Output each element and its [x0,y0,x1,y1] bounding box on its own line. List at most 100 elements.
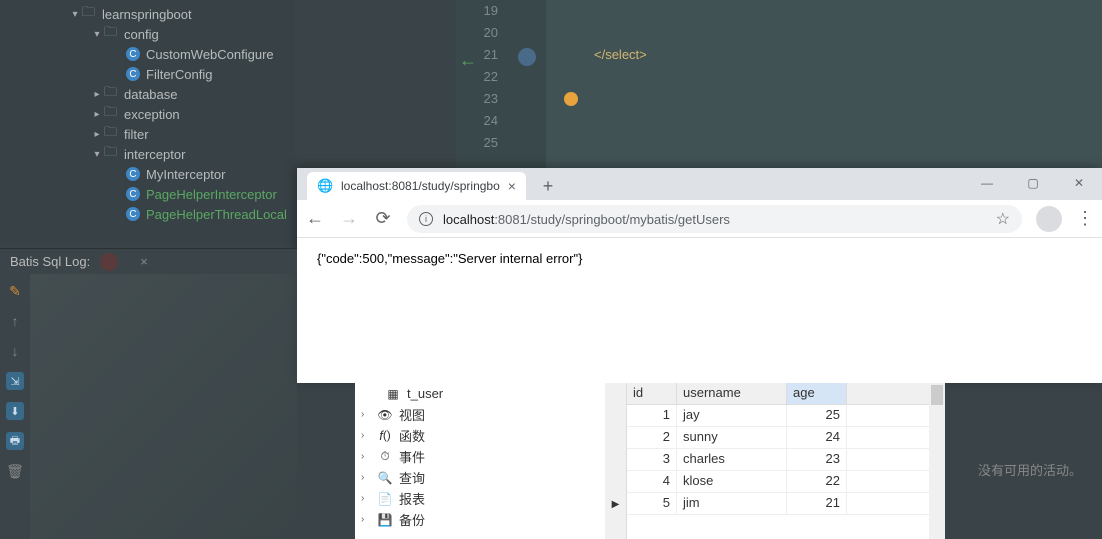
col-header-id[interactable]: id [627,383,677,404]
minimize-button[interactable]: — [964,168,1010,198]
info-icon[interactable]: i [419,212,433,226]
table-row[interactable]: 4 klose 22 [627,471,929,493]
event-icon: ⏱ [377,449,393,464]
browser-window: 🌐 localhost:8081/study/springbo × + — ▢ … [297,168,1102,383]
tree-class-myinterceptor[interactable]: C MyInterceptor [0,164,295,184]
line-numbers: 19 20 21 22 23 24 25 [456,0,546,168]
bookmark-icon[interactable]: ☆ [996,209,1010,229]
db-tree-panel: ▦ t_user › 👁 视图 › f() 函数 › ⏱ 事件 › 🔍 查询 ›… [355,383,605,539]
db-item-backups[interactable]: › 💾 备份 [355,509,605,530]
pencil-icon[interactable]: ✎ [6,282,24,300]
browser-toolbar: ← → ⟳ i localhost:8081/study/springboot/… [297,200,1102,238]
globe-icon: 🌐 [317,178,333,194]
db-item-events[interactable]: › ⏱ 事件 [355,446,605,467]
table-row[interactable]: 3 charles 23 [627,449,929,471]
tree-class-filterconfig[interactable]: C FilterConfig [0,64,295,84]
tree-class-pagehelperinterceptor[interactable]: C PageHelperInterceptor [0,184,295,204]
forward-button[interactable]: → [339,208,359,229]
table-icon: ▦ [385,387,401,401]
class-icon: C [126,167,140,181]
tree-folder-exception[interactable]: ▸ 🗀 exception [0,104,295,124]
browser-tab[interactable]: 🌐 localhost:8081/study/springbo × [307,172,526,200]
no-activity-message: 没有可用的活动。 [978,460,1082,479]
download-icon[interactable]: ⬇ [6,402,24,420]
table-row[interactable]: 5 jim 21 [627,493,929,515]
table-row[interactable]: 2 sunny 24 [627,427,929,449]
tree-folder-database[interactable]: ▸ 🗀 database [0,84,295,104]
folder-icon: 🗀 [104,87,120,101]
tree-folder-interceptor[interactable]: ▾ 🗀 interceptor [0,144,295,164]
close-icon[interactable]: × [508,178,516,194]
folder-icon: 🗀 [104,147,120,161]
chevron-right-icon: ▸ [90,89,104,100]
chevron-right-icon: › [361,430,371,441]
tree-class-pagehelperthreadlocal[interactable]: C PageHelperThreadLocal [0,204,295,224]
tree-label: PageHelperThreadLocal [146,207,287,222]
project-tree: ▾ 🗀 learnspringboot ▾ 🗀 config C CustomW… [0,0,295,245]
scrollbar[interactable] [929,383,945,539]
print-icon[interactable]: 🖶 [6,432,24,450]
backup-icon: 💾 [377,513,393,527]
col-header-username[interactable]: username [677,383,787,404]
maximize-button[interactable]: ▢ [1010,168,1056,198]
db-label: 报表 [399,489,425,508]
log-panel-header: Batis Sql Log: × [0,248,297,274]
back-button[interactable]: ← [305,208,325,229]
grid-table[interactable]: id username age 1 jay 25 2 sunny 24 3 ch… [627,383,929,539]
vcs-avatar-icon[interactable] [518,48,536,66]
tree-label: learnspringboot [102,7,192,22]
address-bar[interactable]: i localhost:8081/study/springboot/mybati… [407,205,1022,233]
folder-icon: 🗀 [104,107,120,121]
trash-icon[interactable]: 🗑 [6,462,24,480]
close-button[interactable]: ✕ [1056,168,1102,198]
folder-icon: 🗀 [82,7,98,21]
new-tab-button[interactable]: + [534,172,562,200]
close-icon[interactable]: × [140,254,148,269]
db-item-views[interactable]: › 👁 视图 [355,404,605,425]
folder-icon: 🗀 [104,27,120,41]
db-item-reports[interactable]: › 📄 报表 [355,488,605,509]
db-label: 事件 [399,447,425,466]
export-icon[interactable]: ⇲ [6,372,24,390]
profile-icon[interactable] [1036,206,1062,232]
table-row[interactable]: 1 jay 25 [627,405,929,427]
grid-row-gutter: ▶ [605,383,627,539]
db-label: 查询 [399,468,425,487]
chevron-down-icon: ▾ [68,9,82,20]
class-icon: C [126,47,140,61]
db-label: 视图 [399,405,425,424]
reload-button[interactable]: ⟳ [373,208,393,229]
tree-label: filter [124,127,149,142]
chevron-right-icon: ▸ [90,129,104,140]
scrollbar-thumb[interactable] [931,385,943,405]
db-item-queries[interactable]: › 🔍 查询 [355,467,605,488]
tree-label: database [124,87,178,102]
up-arrow-icon[interactable]: ↑ [6,312,24,330]
db-item-functions[interactable]: › f() 函数 [355,425,605,446]
back-arrow-icon[interactable]: ← [459,50,477,71]
tree-class-customwebconfigure[interactable]: C CustomWebConfigure [0,44,295,64]
class-icon: C [126,187,140,201]
tree-folder-config[interactable]: ▾ 🗀 config [0,24,295,44]
chevron-right-icon: › [361,493,371,504]
query-icon: 🔍 [377,471,393,485]
tree-label: FilterConfig [146,67,212,82]
code-editor[interactable]: 19 20 21 22 23 24 25 </select> <select i… [456,0,1102,168]
db-label: 函数 [399,426,425,445]
chevron-right-icon: ▸ [90,109,104,120]
menu-icon[interactable]: ⋮ [1076,208,1094,229]
code-content[interactable]: </select> <select id="getUsers" resultTy… [546,0,1102,168]
url-text: localhost:8081/study/springboot/mybatis/… [443,211,730,227]
background-image [30,274,297,539]
db-label: t_user [407,386,443,401]
tree-folder-root[interactable]: ▾ 🗀 learnspringboot [0,4,295,24]
db-table-tuser[interactable]: ▦ t_user [355,383,605,404]
tree-label: config [124,27,159,42]
chevron-right-icon: › [361,409,371,420]
tree-folder-filter[interactable]: ▸ 🗀 filter [0,124,295,144]
down-arrow-icon[interactable]: ↓ [6,342,24,360]
light-bulb-icon[interactable] [564,92,578,106]
current-row-marker: ▶ [605,493,626,515]
col-header-age[interactable]: age [787,383,847,404]
log-badge-icon [100,253,118,271]
